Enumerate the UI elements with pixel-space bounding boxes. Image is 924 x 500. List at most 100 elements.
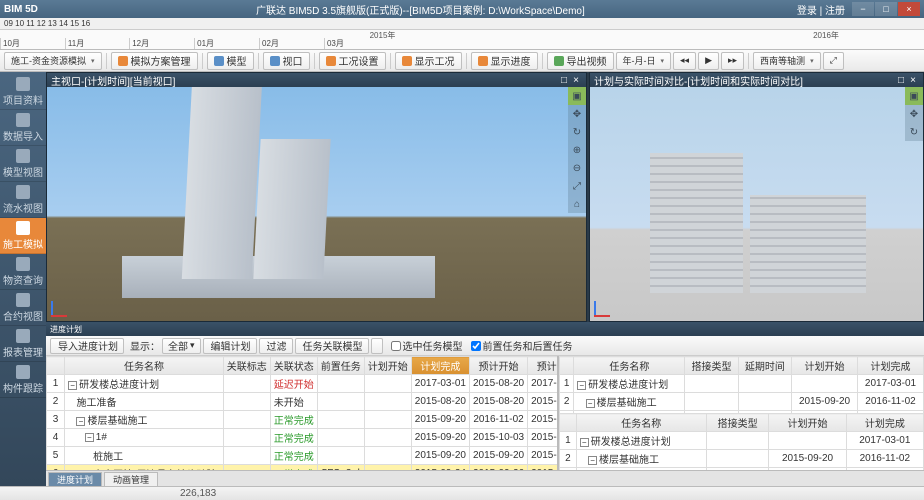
col-header[interactable]: 计划开始 <box>769 414 846 432</box>
tree-toggle-icon[interactable]: − <box>68 381 77 390</box>
viewport-close-icon[interactable]: × <box>570 75 582 86</box>
table-row[interactable]: 1−研发楼总进度计划2017-03-01 <box>560 432 924 450</box>
pan-tool-icon[interactable]: ✥ <box>905 105 923 123</box>
col-header[interactable]: 搭接类型 <box>706 414 768 432</box>
zoom-in-icon[interactable]: ⊕ <box>568 141 586 159</box>
maximize-button[interactable]: □ <box>875 2 897 16</box>
tree-toggle-icon[interactable]: − <box>580 438 589 447</box>
sim-mode-combo[interactable]: 施工-资金资源模拟 <box>4 52 102 70</box>
col-header[interactable]: 计划完成 <box>846 414 923 432</box>
sidebar-item-物资查询[interactable]: 物资查询 <box>0 254 46 290</box>
col-header[interactable]: 关联标志 <box>223 357 270 375</box>
show-filter-combo[interactable]: 全部 ▾ <box>162 338 201 354</box>
table-row[interactable]: 2 −楼层基础施工2015-09-202016-11-02 <box>560 450 924 468</box>
pan-tool-icon[interactable]: ✥ <box>568 105 586 123</box>
minimize-button[interactable]: − <box>852 2 874 16</box>
predecessor-table[interactable]: 任务名称搭接类型延期时间计划开始计划完成1−研发楼总进度计划2017-03-01… <box>559 356 924 413</box>
sim-plan-button[interactable]: 模拟方案管理 <box>111 52 198 70</box>
view-angle-combo[interactable]: 西南等轴测 <box>753 52 821 70</box>
tab-schedule[interactable]: 进度计划 <box>48 472 102 486</box>
sidebar-item-项目资料[interactable]: 项目资料 <box>0 74 46 110</box>
sidebar-item-施工模拟[interactable]: 施工模拟 <box>0 218 46 254</box>
col-header[interactable]: 任务名称 <box>576 414 706 432</box>
col-header[interactable] <box>560 357 574 375</box>
filter-button[interactable]: 过滤 <box>259 338 293 354</box>
play-next-button[interactable]: ▸▸ <box>721 52 744 70</box>
tree-toggle-icon[interactable]: − <box>85 433 94 442</box>
close-button[interactable]: × <box>898 2 920 16</box>
col-header[interactable]: 计划完成 <box>411 357 469 375</box>
link-model-button[interactable]: 任务关联模型 <box>295 338 369 354</box>
table-row[interactable]: 2 −楼层基础施工2015-09-202016-11-02 <box>560 393 924 411</box>
col-header[interactable] <box>560 414 577 432</box>
zoom-out-icon[interactable]: ⊖ <box>568 159 586 177</box>
viewport-close-icon[interactable]: × <box>907 75 919 86</box>
sidebar-item-合约视图[interactable]: 合约视图 <box>0 290 46 326</box>
col-header[interactable]: 预计开始 <box>469 357 527 375</box>
col-header[interactable]: 关联状态 <box>270 357 317 375</box>
export-video-button[interactable]: 导出视频 <box>547 52 614 70</box>
orbit-tool-icon[interactable]: ↻ <box>568 123 586 141</box>
play-prev-button[interactable]: ◂◂ <box>673 52 696 70</box>
building-tower-1 <box>182 87 262 279</box>
date-picker-strip[interactable]: 09 10 11 12 13 14 15 16 <box>0 18 924 30</box>
model-button[interactable]: 模型 <box>207 52 254 70</box>
select-tool-icon[interactable]: ▣ <box>568 87 586 105</box>
fullscreen-button[interactable]: ⤢ <box>823 52 844 70</box>
schedule-toolbar: 导入进度计划 显示： 全部 ▾ 编辑计划 过滤 任务关联模型 选中任务模型 前置… <box>46 336 924 356</box>
col-header[interactable]: 计划开始 <box>364 357 411 375</box>
login-link[interactable]: 登录 | 注册 <box>797 2 845 17</box>
tree-toggle-icon[interactable]: − <box>588 456 597 465</box>
show-work-button[interactable]: 显示工况 <box>395 52 462 70</box>
sidebar-item-模型视图[interactable]: 模型视图 <box>0 146 46 182</box>
col-header[interactable]: 延期时间 <box>738 357 791 375</box>
sidebar-item-构件跟踪[interactable]: 构件跟踪 <box>0 362 46 398</box>
table-row[interactable]: 1−研发楼总进度计划2017-03-01 <box>560 375 924 393</box>
col-header[interactable]: 任务名称 <box>574 357 685 375</box>
table-row[interactable]: 4 −1#正常完成2015-09-202015-10-032015-09-202… <box>47 429 560 447</box>
predecessor-checkbox[interactable]: 前置任务和后置任务 <box>471 338 573 353</box>
axis-gizmo[interactable] <box>594 297 614 317</box>
table-row[interactable]: 3 −楼层基础施工正常完成2015-09-202016-11-022015-09… <box>47 411 560 429</box>
table-row[interactable]: 1−研发楼总进度计划延迟开始2017-03-012015-08-202017-0… <box>47 375 560 393</box>
viewport-max-icon[interactable]: □ <box>558 75 570 86</box>
timeline-ruler[interactable]: 2015年 2016年 10月 11月 12月 01月 02月 03月 <box>0 30 924 50</box>
schedule-table[interactable]: 任务名称关联标志关联状态前置任务计划开始计划完成预计开始预计完成实际1−研发楼总… <box>46 356 559 470</box>
selected-task-checkbox[interactable]: 选中任务模型 <box>391 338 463 353</box>
import-plan-button[interactable]: 导入进度计划 <box>50 338 124 354</box>
refresh-button[interactable] <box>371 338 383 354</box>
tree-toggle-icon[interactable]: − <box>586 399 595 408</box>
col-header[interactable] <box>47 357 65 375</box>
axis-gizmo[interactable] <box>51 297 71 317</box>
play-button[interactable]: ▶ <box>698 52 719 70</box>
table-row[interactable]: 5 桩施工正常完成2015-09-202015-09-202015-09-202… <box>47 447 560 465</box>
col-header[interactable]: 前置任务 <box>317 357 364 375</box>
edit-plan-button[interactable]: 编辑计划 <box>203 338 257 354</box>
sidebar-item-报表管理[interactable]: 报表管理 <box>0 326 46 362</box>
zoom-fit-icon[interactable]: ⤢ <box>568 177 586 195</box>
successor-table[interactable]: 任务名称搭接类型计划开始计划完成1−研发楼总进度计划2017-03-012 −楼… <box>559 413 924 470</box>
tree-toggle-icon[interactable]: − <box>76 417 85 426</box>
select-tool-icon[interactable]: ▣ <box>905 87 923 105</box>
table-row[interactable]: 2 施工准备未开始2015-08-202015-08-202015-08-20 <box>47 393 560 411</box>
date-format-combo[interactable]: 年-月-日 <box>616 52 672 70</box>
workset-button[interactable]: 工况设置 <box>319 52 386 70</box>
sidebar-item-流水视图[interactable]: 流水视图 <box>0 182 46 218</box>
tab-animation[interactable]: 动画管理 <box>104 472 158 486</box>
tree-toggle-icon[interactable]: − <box>577 381 586 390</box>
lightbulb-icon <box>478 56 488 66</box>
col-header[interactable]: 计划开始 <box>792 357 858 375</box>
col-header[interactable]: 搭接类型 <box>685 357 738 375</box>
home-view-icon[interactable]: ⌂ <box>568 195 586 213</box>
viewport-max-icon[interactable]: □ <box>895 75 907 86</box>
wireframe-building-1 <box>650 153 743 293</box>
col-header[interactable]: 预计完成 <box>528 357 559 375</box>
orbit-tool-icon[interactable]: ↻ <box>905 123 923 141</box>
col-header[interactable]: 任务名称 <box>65 357 224 375</box>
viewport-button[interactable]: 视口 <box>263 52 310 70</box>
col-header[interactable]: 计划完成 <box>858 357 924 375</box>
compare-viewport[interactable]: 计划与实际时间对比-[计划时间和实际时间对比]□× ▣ ✥ ↻ <box>589 72 924 322</box>
show-schedule-button[interactable]: 显示进度 <box>471 52 538 70</box>
main-viewport[interactable]: 主视口-[计划时间][当前视口]□× ▣ ✥ ↻ ⊕ ⊖ ⤢ <box>46 72 587 322</box>
sidebar-item-数据导入[interactable]: 数据导入 <box>0 110 46 146</box>
